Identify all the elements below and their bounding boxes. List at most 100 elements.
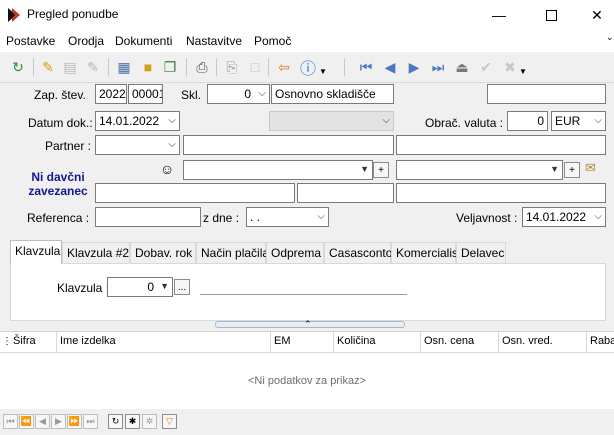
nav-clear-icon[interactable]: ✲ (142, 414, 157, 429)
menu-dokumenti[interactable]: Dokumenti (115, 34, 172, 48)
lock-icon[interactable]: ■ (138, 57, 158, 77)
grid-menu-icon[interactable]: ⋮ (2, 336, 12, 347)
nav-last-icon[interactable]: ⏭ (83, 414, 98, 429)
currency-value: EUR (555, 114, 581, 128)
cancel-icon[interactable]: ✖ (500, 57, 520, 77)
empty-grid-message: <Ni podatkov za prikaz> (247, 375, 366, 387)
copy-icon[interactable]: ⎘ (222, 57, 242, 77)
maximize-button[interactable] (528, 0, 574, 30)
email-icon[interactable]: ✉ (585, 160, 605, 178)
edit-icon[interactable]: ✎ (83, 57, 103, 77)
chevron-down-icon: ⌵ (382, 115, 390, 126)
previous-record-icon[interactable]: ◀ (380, 57, 400, 77)
last-record-icon[interactable]: ⏭ (428, 57, 448, 77)
veljavnost-value: 14.01.2022 (526, 210, 587, 224)
col-osn-cena[interactable]: Osn. cena (424, 335, 474, 347)
print-icon[interactable]: ⎙ (192, 57, 212, 77)
col-kolicina[interactable]: Količina (337, 335, 376, 347)
upload-icon[interactable]: ⏏ (452, 57, 472, 77)
skl-label: Skl. (181, 88, 202, 102)
cancel-dropdown-icon[interactable]: ▼ (518, 61, 528, 81)
help-dropdown-icon[interactable]: ▼ (318, 61, 328, 81)
tab-dobav-rok[interactable]: Dobav. rok (130, 242, 196, 264)
partner-combo[interactable]: ⌵ (95, 135, 180, 155)
nav-next-page-icon[interactable]: ⏩ (67, 414, 82, 429)
disabled-combo: ⌵ (269, 111, 394, 131)
tab-klavzula-2[interactable]: Klavzula #2 (62, 242, 130, 264)
minimize-icon: — (492, 7, 506, 23)
currency-combo[interactable]: EUR ⌵ (551, 111, 606, 131)
paste-icon[interactable]: □ (245, 57, 265, 77)
tab-komercialist[interactable]: Komercialist (391, 242, 461, 264)
tab-delavec[interactable]: Delavec (456, 242, 506, 264)
tab-klavzula[interactable]: Klavzula (10, 240, 62, 264)
veljavnost-field[interactable]: 14.01.2022 ⌵ (522, 207, 606, 227)
zap-number-field[interactable]: 00001 (128, 84, 163, 104)
filter-icon[interactable]: ▽ (162, 414, 177, 429)
country-field[interactable] (396, 183, 606, 203)
chevron-down-icon: ⌵ (168, 115, 176, 126)
chevron-down-icon: ⌵ (594, 211, 602, 222)
referenca-label: Referenca : (27, 211, 90, 225)
refresh-icon[interactable]: ↻ (8, 57, 28, 77)
contact-person-icon[interactable]: ☺ (160, 161, 180, 179)
open-folder-icon[interactable]: ▤ (60, 57, 80, 77)
copy-list-icon[interactable]: ❐ (160, 57, 180, 77)
datum-field[interactable]: 14.01.2022 ⌵ (95, 111, 180, 131)
partner-name-field[interactable] (183, 135, 394, 155)
nav-prev-page-icon[interactable]: ⏪ (19, 414, 34, 429)
chevron-down-icon: ⌵ (317, 211, 325, 222)
top-right-field[interactable] (487, 84, 606, 104)
col-raba[interactable]: Raba (590, 335, 614, 347)
add-contact-button[interactable]: + (564, 162, 580, 178)
nav-next-icon[interactable]: ▶ (51, 414, 66, 429)
city-field[interactable] (297, 183, 394, 203)
tab-nacin-placila[interactable]: Način plačila (196, 242, 269, 264)
col-osn-vred[interactable]: Osn. vred. (502, 335, 553, 347)
klavzula-combo[interactable]: 0 ▼ (107, 277, 173, 297)
menu-postavke[interactable]: Postavke (6, 34, 55, 48)
add-address-button[interactable]: + (373, 162, 389, 178)
splitter-handle[interactable]: ⌃ (215, 319, 405, 329)
partner-name2-field[interactable] (396, 135, 606, 155)
zap-year-field[interactable]: 2022 (95, 84, 127, 104)
obr-valuta-field[interactable]: 0 (507, 111, 548, 131)
exit-icon[interactable]: ⇦ (274, 57, 294, 77)
address-combo[interactable]: ▼ (183, 160, 373, 180)
next-record-icon[interactable]: ▶ (404, 57, 424, 77)
zdne-field[interactable]: . . ⌵ (246, 207, 329, 227)
nav-prev-icon[interactable]: ◀ (35, 414, 50, 429)
menu-bar: Postavke Orodja Dokumenti Nastavitve Pom… (0, 30, 614, 52)
contact-combo[interactable]: ▼ (396, 160, 563, 180)
confirm-icon[interactable]: ✔ (476, 57, 496, 77)
col-em[interactable]: EM (274, 335, 291, 347)
first-record-icon[interactable]: ⏮ (356, 57, 376, 77)
skl-name-field[interactable]: Osnovno skladišče (271, 84, 394, 104)
close-button[interactable]: ✕ (574, 0, 614, 30)
nav-first-icon[interactable]: ⏮ (3, 414, 18, 429)
new-document-icon[interactable]: ✎ (38, 57, 58, 77)
menu-orodja[interactable]: Orodja (68, 34, 104, 48)
col-sifra[interactable]: Šifra (13, 335, 36, 347)
plus-icon: + (569, 164, 575, 176)
skl-value: 0 (244, 87, 251, 101)
menu-nastavitve[interactable]: Nastavitve (186, 34, 242, 48)
tab-casasconto[interactable]: Casasconto (324, 242, 392, 264)
tab-odprema[interactable]: Odprema (266, 242, 324, 264)
nav-refresh-icon[interactable]: ↻ (108, 414, 123, 429)
referenca-field[interactable] (95, 207, 201, 227)
klavzula-text-line[interactable] (200, 294, 407, 295)
menu-overflow-icon[interactable]: ⌄ (606, 32, 614, 43)
post-field[interactable] (95, 183, 295, 203)
toolbar: ↻ ✎ ▤ ✎ ▦ ■ ❐ ⎙ ⎘ □ ⇦ ⓘ ▼ ⏮ ◀ ▶ ⏭ ⏏ ✔ ✖ … (0, 52, 614, 83)
zdne-value: . . (250, 210, 261, 224)
menu-pomoc[interactable]: Pomoč (254, 34, 291, 48)
minimize-button[interactable]: — (476, 0, 522, 30)
calculator-icon[interactable]: ▦ (114, 57, 134, 77)
klavzula-browse-button[interactable]: ... (174, 279, 190, 295)
nav-asterisk-icon[interactable]: ✱ (125, 414, 140, 429)
skl-combo[interactable]: 0 ⌵ (207, 84, 270, 104)
zap-label: Zap. štev. (34, 88, 86, 102)
col-ime-izdelka[interactable]: Ime izdelka (60, 335, 116, 347)
help-icon[interactable]: ⓘ (298, 57, 318, 78)
